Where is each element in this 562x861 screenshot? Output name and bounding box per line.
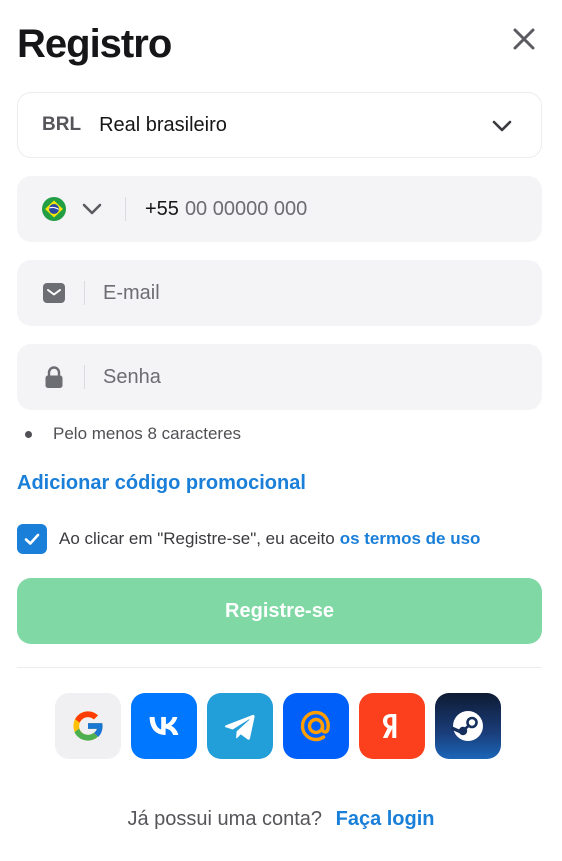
terms-row: Ao clicar em "Registre-se", eu aceito os… [17,524,480,554]
currency-name: Real brasileiro [99,113,227,136]
google-login-button[interactable] [55,693,121,759]
terms-text: Ao clicar em "Registre-se", eu aceito [59,529,335,548]
login-prompt: Já possui uma conta? Faça login [0,808,562,831]
yandex-login-button[interactable] [359,693,425,759]
close-button[interactable] [511,26,537,52]
registration-modal: Registro BRL Real brasileiro +55 00 0000… [0,0,562,861]
divider [17,667,542,668]
telegram-login-button[interactable] [207,693,273,759]
login-link[interactable]: Faça login [336,808,435,830]
password-input[interactable] [103,365,483,389]
password-hint-text: Pelo menos 8 caracteres [53,424,242,443]
mail-ru-login-button[interactable] [283,693,349,759]
currency-code: BRL [42,114,82,135]
currency-select[interactable]: BRL Real brasileiro [17,92,542,158]
register-button[interactable]: Registre-se [17,578,542,644]
terms-checkbox[interactable] [17,524,47,554]
email-input[interactable] [103,281,483,305]
checkmark-icon [24,533,40,545]
close-icon [513,28,535,50]
terms-of-use-link[interactable]: os termos de uso [340,529,481,549]
field-divider [84,281,85,305]
phone-input[interactable] [184,197,485,221]
google-icon [73,711,104,741]
vk-icon [149,717,179,735]
envelope-icon [43,283,65,303]
phone-field: +55 [17,176,542,242]
add-promo-code-link[interactable]: Adicionar código promocional [17,472,306,495]
telegram-icon [224,714,255,740]
yandex-icon [382,714,397,738]
phone-prefix: +55 [145,197,179,220]
social-login-buttons [55,693,501,759]
steam-login-button[interactable] [435,693,501,759]
field-divider [125,197,126,221]
email-field [17,260,542,326]
bullet-icon [25,430,32,438]
mail-ru-icon [300,710,330,742]
page-title: Registro [17,22,172,66]
country-chevron-down-icon[interactable] [81,198,103,220]
lock-icon [45,366,63,388]
steam-icon [451,711,483,741]
password-hint: Pelo menos 8 caracteres [25,424,241,444]
login-question: Já possui uma conta? [127,808,323,830]
chevron-down-icon [492,120,512,132]
brazil-flag-icon [42,197,66,221]
field-divider [84,365,85,389]
vk-login-button[interactable] [131,693,197,759]
password-field [17,344,542,410]
